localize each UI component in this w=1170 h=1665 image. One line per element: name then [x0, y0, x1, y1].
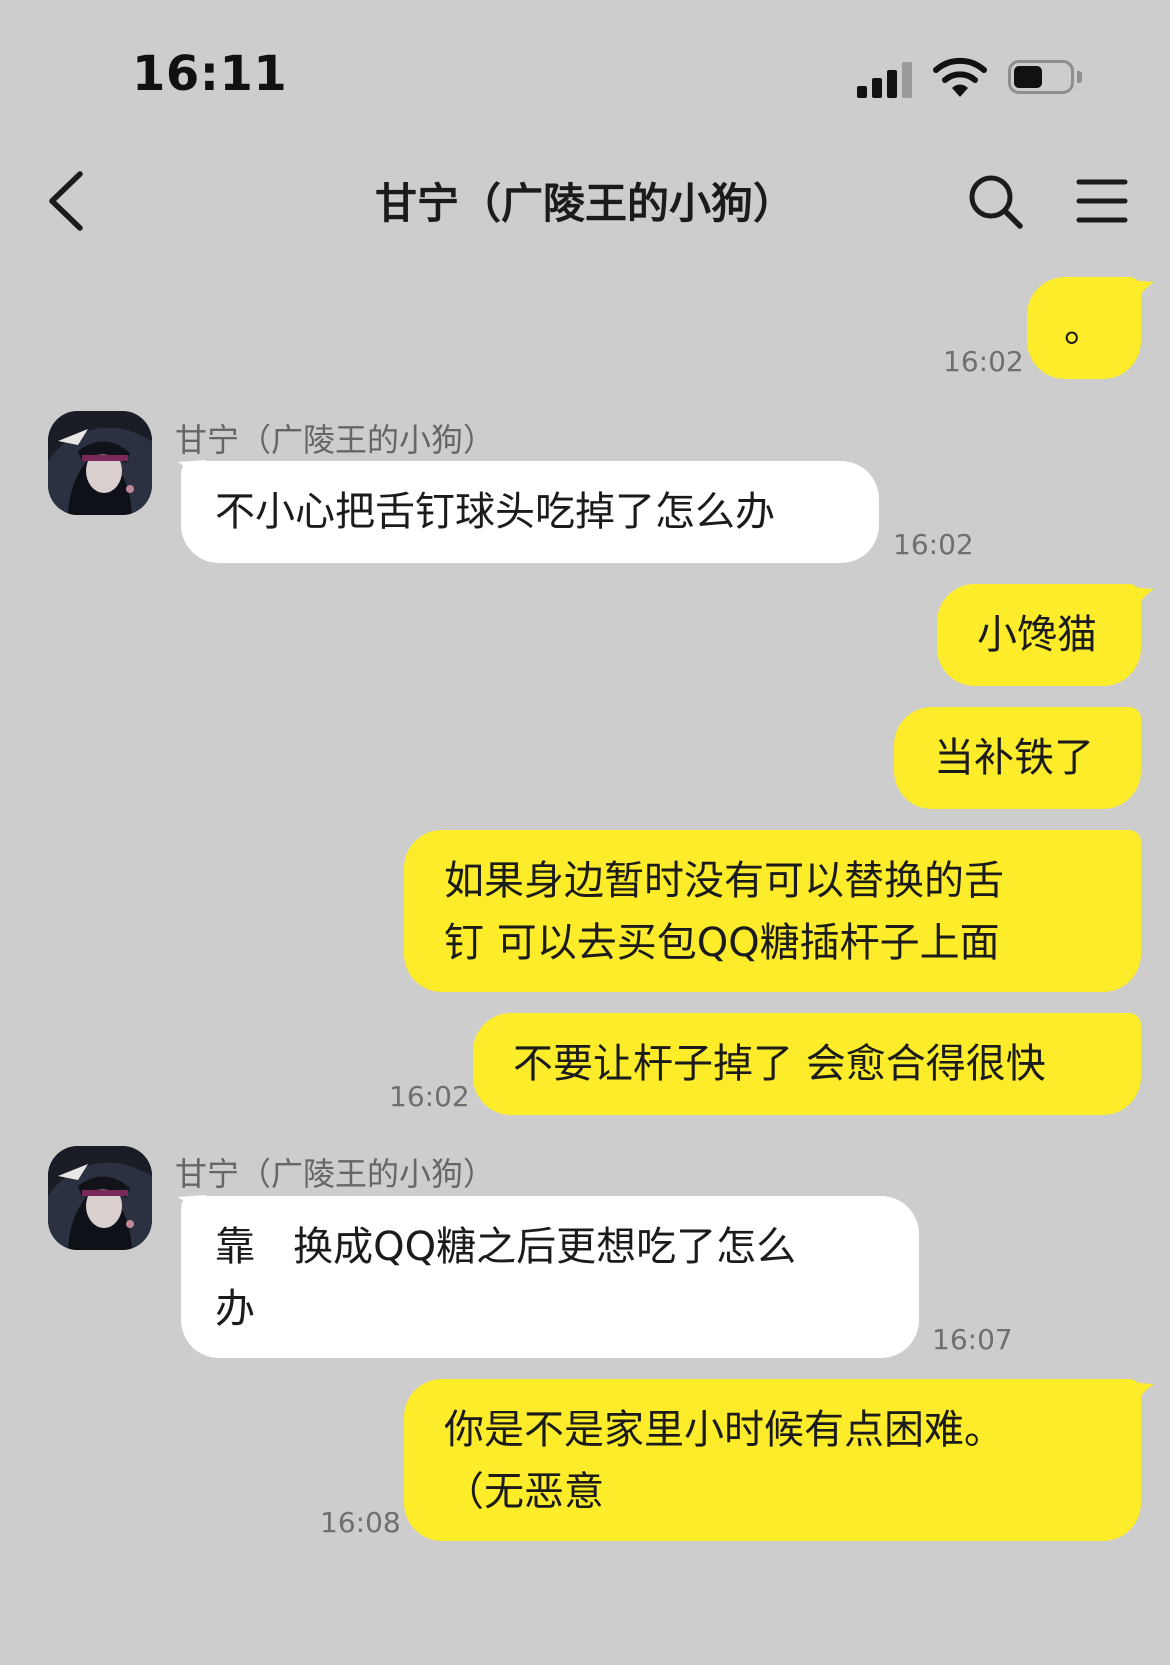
wifi-icon: [933, 57, 987, 97]
sender-name: 甘宁（广陵王的小狗）: [175, 1155, 496, 1193]
message-time: 16:07: [932, 1323, 1013, 1356]
avatar-image: [48, 411, 152, 515]
menu-icon[interactable]: [1076, 176, 1128, 226]
search-icon[interactable]: [966, 172, 1026, 232]
my-message-bubble[interactable]: 小馋猫: [937, 584, 1141, 686]
bubble-tail: [1126, 1382, 1154, 1406]
message-time: 16:02: [943, 345, 1024, 378]
my-message-bubble[interactable]: 。: [1027, 277, 1141, 379]
bubble-tail: [1126, 587, 1154, 611]
my-message-bubble[interactable]: 如果身边暂时没有可以替换的舌 钉 可以去买包QQ糖插杆子上面: [404, 830, 1141, 992]
contact-avatar[interactable]: [48, 411, 152, 515]
message-time: 16:08: [320, 1506, 401, 1539]
bubble-tail: [1126, 280, 1154, 304]
sender-name: 甘宁（广陵王的小狗）: [175, 421, 496, 459]
their-message-bubble[interactable]: 靠 换成QQ糖之后更想吃了怎么 办: [181, 1196, 919, 1358]
avatar-image: [48, 1146, 152, 1250]
their-message-bubble[interactable]: 不小心把舌钉球头吃掉了怎么办: [181, 461, 879, 563]
back-button[interactable]: [40, 166, 96, 236]
chat-screen: 16:11 甘宁（广陵王的小狗） 。 16:02 甘宁（广陵王的小狗） 不小心把…: [0, 0, 1170, 1665]
my-message-bubble[interactable]: 当补铁了: [894, 707, 1141, 809]
my-message-bubble[interactable]: 你是不是家里小时候有点困难。 （无恶意: [404, 1379, 1141, 1541]
signal-icon: [857, 60, 913, 98]
battery-icon: [1008, 60, 1084, 98]
status-time: 16:11: [132, 46, 288, 102]
chat-title: 甘宁（广陵王的小狗）: [374, 179, 795, 228]
contact-avatar[interactable]: [48, 1146, 152, 1250]
message-time: 16:02: [893, 528, 974, 561]
message-time: 16:02: [389, 1080, 470, 1113]
my-message-bubble[interactable]: 不要让杆子掉了 会愈合得很快: [473, 1013, 1141, 1115]
